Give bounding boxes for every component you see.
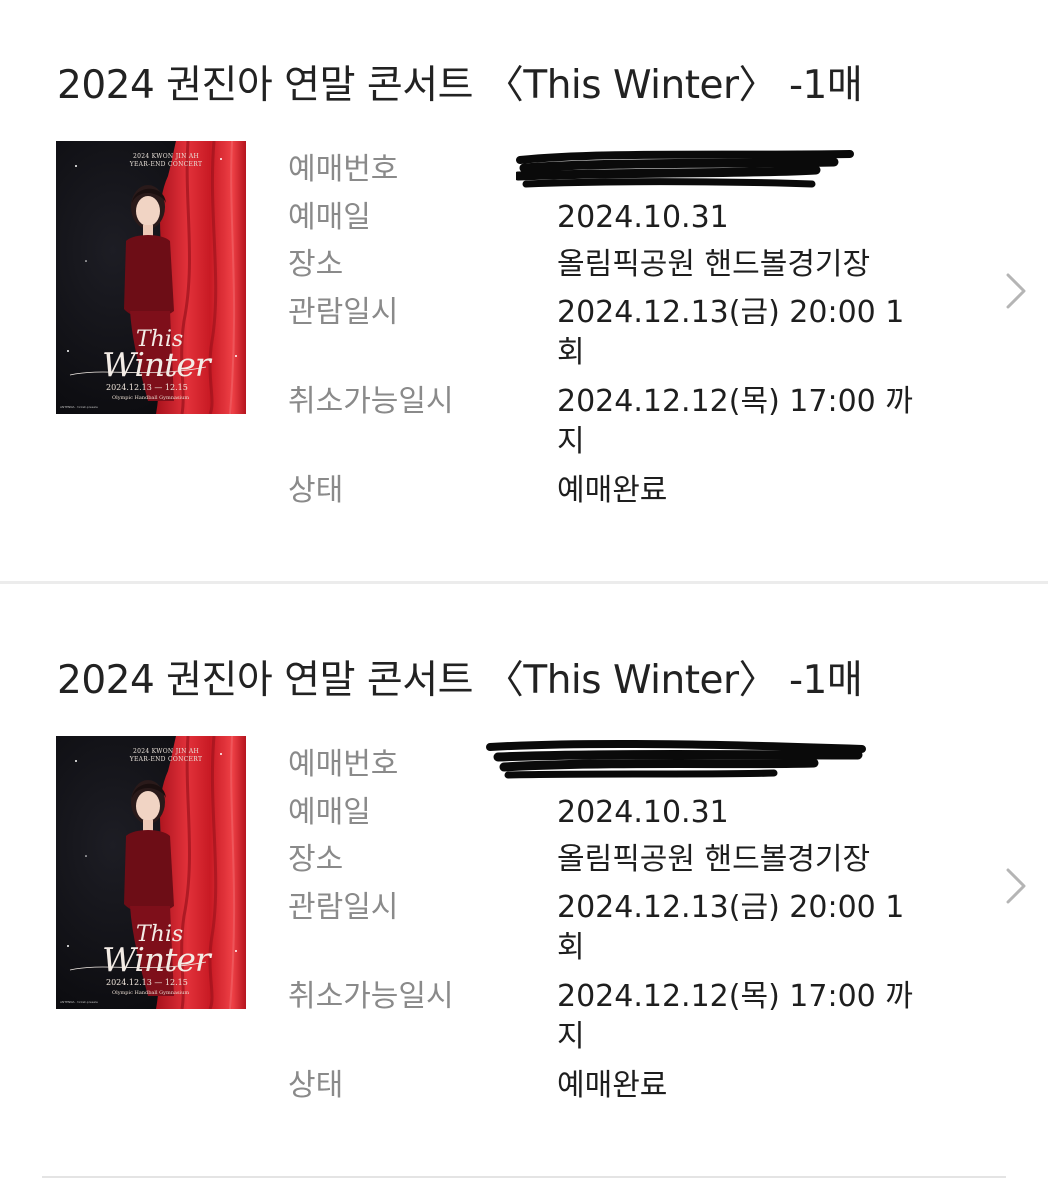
poster-headline: 2024 KWON JIN AH: [133, 748, 199, 755]
label-booking-number: 예매번호: [288, 152, 399, 187]
redaction-scribble: [486, 739, 866, 779]
concert-poster-image: 2024 KWON JIN AH YEAR-END CONCERT This W…: [56, 141, 246, 414]
label-venue: 장소: [288, 842, 344, 877]
booking-card[interactable]: 2024 권진아 연말 콘서트 〈This Winter〉 -1매 2024 K…: [0, 0, 1048, 590]
value-status: 예매완료: [557, 473, 668, 508]
label-booking-number: 예매번호: [288, 747, 399, 782]
value-show-time: 2024.12.13(금) 20:00 1 회: [557, 295, 905, 370]
value-status: 예매완료: [557, 1068, 668, 1103]
value-venue: 올림픽공원 핸드볼경기장: [557, 842, 871, 877]
booking-card[interactable]: 2024 권진아 연말 콘서트 〈This Winter〉 -1매 2024 K…: [0, 595, 1048, 1185]
booking-title[interactable]: 2024 권진아 연말 콘서트 〈This Winter〉 -1매: [57, 58, 863, 114]
value-cancel-deadline: 2024.12.12(목) 17:00 까 지: [557, 384, 913, 459]
value-show-time: 2024.12.13(금) 20:00 1 회: [557, 890, 905, 965]
label-cancel-deadline: 취소가능일시: [288, 979, 454, 1014]
booking-title[interactable]: 2024 권진아 연말 콘서트 〈This Winter〉 -1매: [57, 653, 863, 709]
redaction-scribble: [516, 150, 854, 188]
poster-subheadline: YEAR-END CONCERT: [129, 756, 203, 763]
label-cancel-deadline: 취소가능일시: [288, 384, 454, 419]
poster-title-winter: Winter: [102, 940, 211, 979]
value-booking-date: 2024.10.31: [557, 795, 729, 830]
label-show-time: 관람일시: [288, 890, 399, 925]
poster-title-winter: Winter: [102, 345, 211, 384]
label-show-time: 관람일시: [288, 295, 399, 330]
label-venue: 장소: [288, 247, 344, 282]
poster-subheadline: YEAR-END CONCERT: [129, 161, 203, 168]
poster-dates: 2024.12.13 — 12.15: [106, 383, 188, 392]
poster-venue: Olympic Handball Gymnasium: [112, 990, 190, 996]
label-status: 상태: [288, 473, 344, 508]
value-venue: 올림픽공원 핸드볼경기장: [557, 247, 871, 282]
chevron-right-icon[interactable]: [1000, 866, 1030, 906]
poster-credit: ANTENNA · ticket-presale: [60, 1000, 98, 1004]
concert-poster-image: 2024 KWON JIN AH YEAR-END CONCERT This W…: [56, 736, 246, 1009]
poster-headline: 2024 KWON JIN AH: [133, 153, 199, 160]
label-status: 상태: [288, 1068, 344, 1103]
chevron-right-icon[interactable]: [1000, 271, 1030, 311]
label-booking-date: 예매일: [288, 795, 371, 830]
section-divider: [42, 1176, 1006, 1178]
section-divider: [0, 581, 1048, 584]
label-booking-date: 예매일: [288, 200, 371, 235]
poster-venue: Olympic Handball Gymnasium: [112, 395, 190, 401]
poster-dates: 2024.12.13 — 12.15: [106, 978, 188, 987]
value-booking-date: 2024.10.31: [557, 200, 729, 235]
poster-credit: ANTENNA · ticket-presale: [60, 405, 98, 409]
value-cancel-deadline: 2024.12.12(목) 17:00 까 지: [557, 979, 913, 1054]
